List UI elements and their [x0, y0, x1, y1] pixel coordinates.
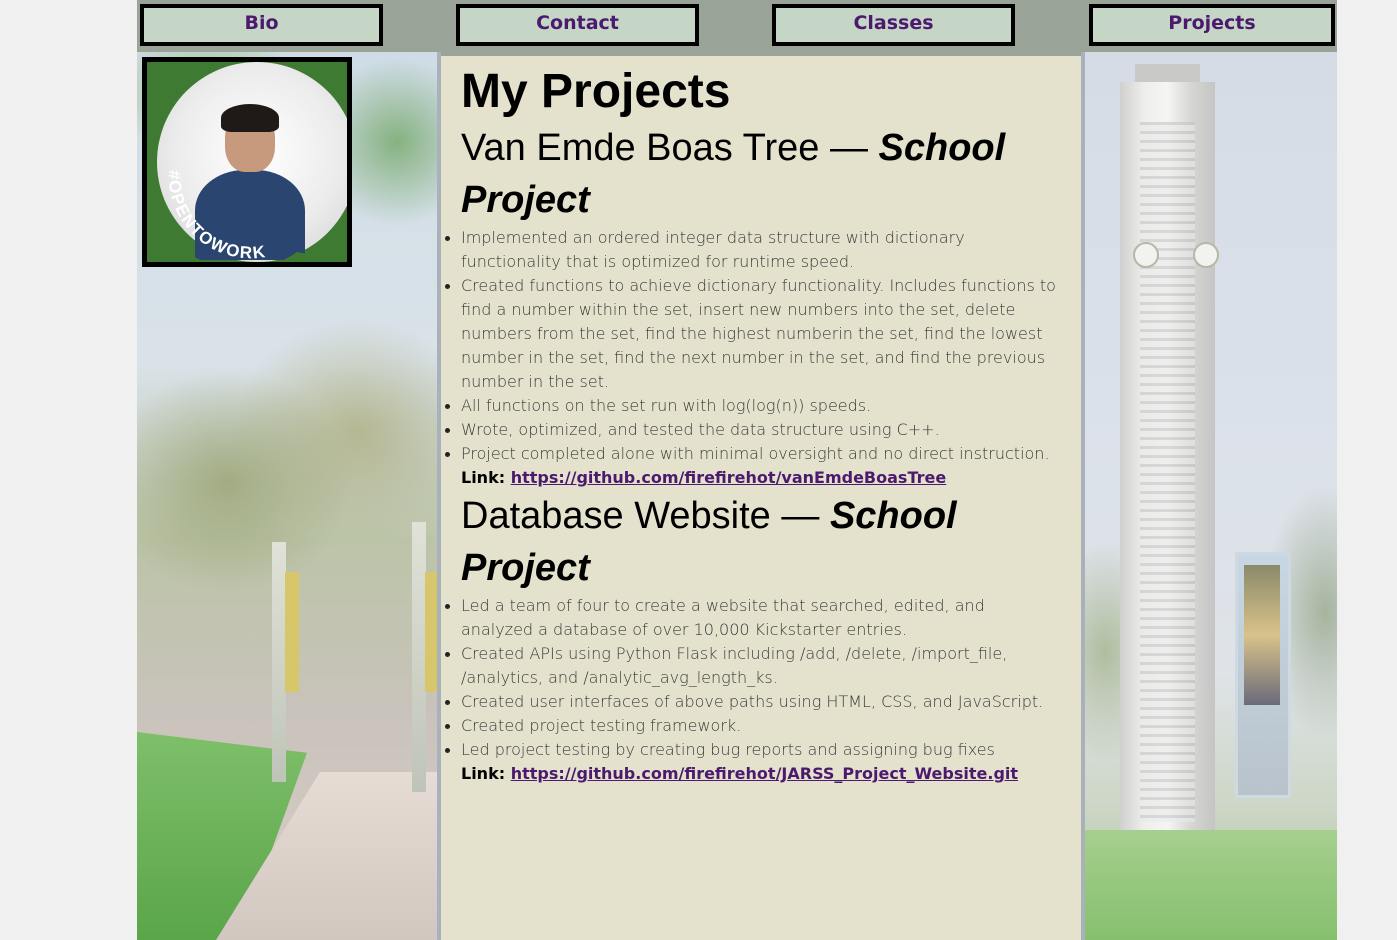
nav-classes-button[interactable]: Classes	[772, 4, 1015, 46]
banner-decoration	[285, 572, 299, 692]
list-item: Wrote, optimized, and tested the data st…	[445, 418, 1061, 442]
right-tower-image	[1085, 52, 1337, 940]
project-name: Database Website —	[461, 495, 830, 537]
grass-decoration	[1085, 830, 1337, 940]
list-item: Project completed alone with minimal ove…	[445, 442, 1061, 466]
profile-photo: #OPENTOWORK	[142, 57, 352, 267]
top-nav: Bio Contact Classes Projects	[137, 0, 1337, 52]
list-item: Created project testing framework.	[445, 714, 1061, 738]
nav-bio-button[interactable]: Bio	[140, 4, 383, 46]
banner-decoration	[1235, 552, 1291, 798]
nav-projects-button[interactable]: Projects	[1089, 4, 1335, 46]
github-link-vanemdeboas[interactable]: https://github.com/firefirehot/vanEmdeBo…	[511, 468, 947, 487]
project-title: Database Website — School Project	[461, 490, 1061, 594]
clock-icon	[1133, 242, 1159, 268]
opentowork-badge: #OPENTOWORK	[147, 132, 347, 262]
lamp-pole	[412, 522, 426, 792]
project-points-list: Led a team of four to create a website t…	[445, 594, 1061, 762]
clock-icon	[1193, 242, 1219, 268]
project-link-line: Link: https://github.com/firefirehot/JAR…	[461, 762, 1061, 786]
link-label: Link:	[461, 764, 511, 783]
page-title: My Projects	[461, 65, 731, 118]
banner-decoration	[425, 572, 437, 692]
github-link-jarss[interactable]: https://github.com/firefirehot/JARSS_Pro…	[511, 764, 1018, 783]
nav-contact-button[interactable]: Contact	[456, 4, 699, 46]
project-points-list: Implemented an ordered integer data stru…	[445, 226, 1061, 466]
projects-content: My Projects Van Emde Boas Tree — School …	[441, 56, 1081, 940]
list-item: Led project testing by creating bug repo…	[445, 738, 1061, 762]
lamp-pole	[272, 542, 286, 782]
list-item: Implemented an ordered integer data stru…	[445, 226, 1061, 274]
link-label: Link:	[461, 468, 511, 487]
list-item: All functions on the set run with log(lo…	[445, 394, 1061, 418]
list-item: Created user interfaces of above paths u…	[445, 690, 1061, 714]
bell-tower-decoration	[1120, 82, 1215, 842]
list-item: Created functions to achieve dictionary …	[445, 274, 1061, 394]
project-link-line: Link: https://github.com/firefirehot/van…	[461, 466, 1061, 490]
list-item: Created APIs using Python Flask includin…	[445, 642, 1061, 690]
list-item: Led a team of four to create a website t…	[445, 594, 1061, 642]
project-title: Van Emde Boas Tree — School Project	[461, 122, 1061, 226]
site-container: Bio Contact Classes Projects #OPENTOWORK	[137, 0, 1337, 940]
project-name: Van Emde Boas Tree —	[461, 127, 879, 169]
